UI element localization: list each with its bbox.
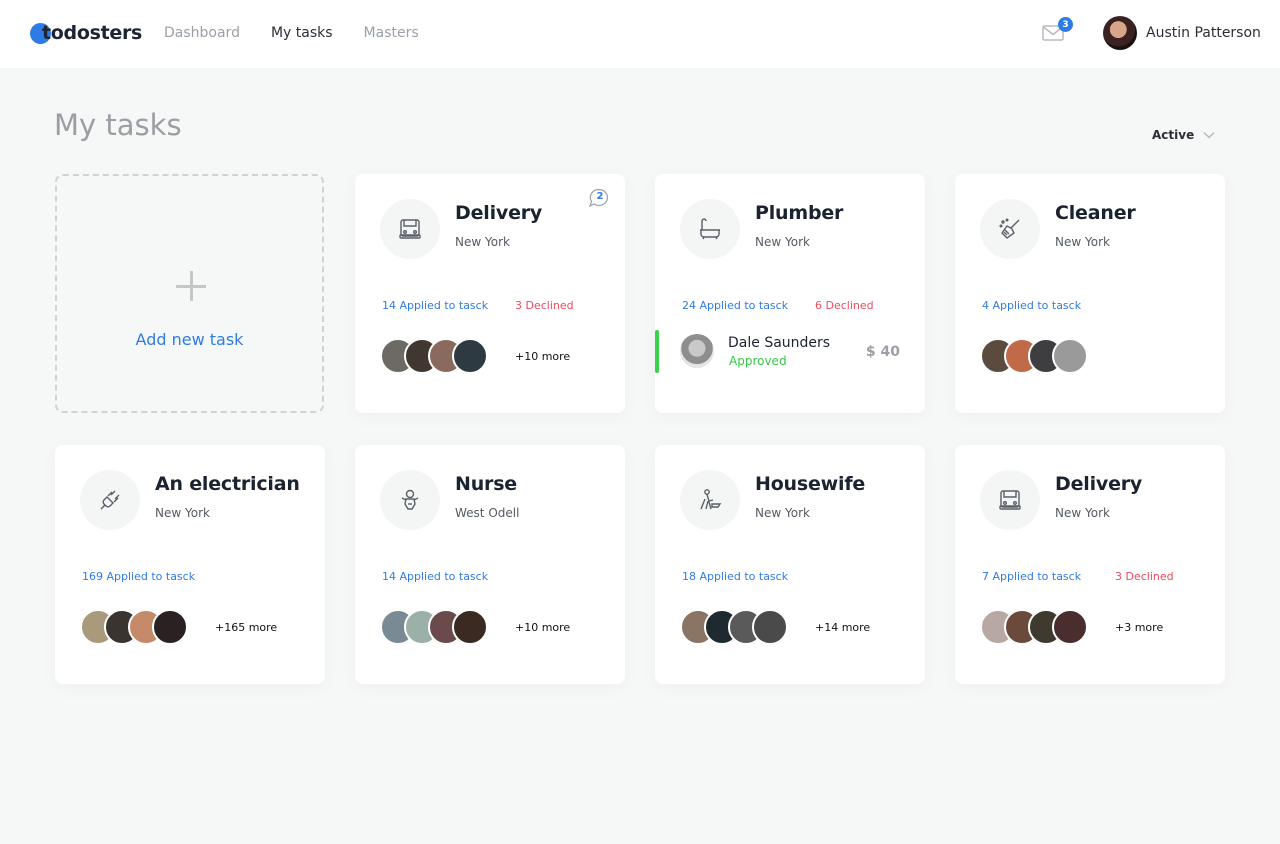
- page-title: My tasks: [54, 108, 182, 142]
- worker-name: Dale Saunders: [728, 335, 831, 351]
- broom-icon: [980, 199, 1040, 259]
- nav-dashboard[interactable]: Dashboard: [164, 25, 240, 41]
- declined-count[interactable]: 3 Declined: [1115, 570, 1174, 583]
- task-card-housewife[interactable]: Housewife New York 18 Applied to tasck +…: [655, 445, 925, 684]
- user-name: Austin Patterson: [1146, 25, 1261, 41]
- applied-count[interactable]: 24 Applied to tasck: [682, 299, 788, 312]
- task-card-nurse[interactable]: Nurse West Odell 14 Applied to tasck +10…: [355, 445, 625, 684]
- avatar: [1052, 338, 1088, 374]
- app-logo[interactable]: todosters: [30, 18, 142, 48]
- add-task-card[interactable]: Add new task: [55, 174, 324, 413]
- more-applicants[interactable]: +14 more: [815, 621, 870, 634]
- avatar: [452, 338, 488, 374]
- card-location: New York: [1055, 506, 1110, 520]
- avatar: [680, 334, 714, 368]
- card-location: West Odell: [455, 506, 520, 520]
- logo-text: todosters: [42, 22, 143, 44]
- avatar: [152, 609, 188, 645]
- approved-worker[interactable]: Dale Saunders Approved $ 40: [655, 330, 925, 373]
- card-title: Cleaner: [1055, 202, 1136, 224]
- chevron-down-icon: [1203, 131, 1215, 139]
- card-title: Delivery: [1055, 473, 1143, 495]
- task-card-cleaner[interactable]: Cleaner New York 4 Applied to tasck: [955, 174, 1225, 413]
- bathtub-icon: [680, 199, 740, 259]
- avatar: [452, 609, 488, 645]
- card-location: New York: [455, 235, 510, 249]
- more-applicants[interactable]: +165 more: [215, 621, 277, 634]
- nav-masters[interactable]: Masters: [364, 25, 419, 41]
- applied-count[interactable]: 18 Applied to tasck: [682, 570, 788, 583]
- mail-count-badge: 3: [1058, 17, 1073, 32]
- card-title: Housewife: [755, 473, 866, 495]
- card-location: New York: [155, 506, 210, 520]
- truck-icon: [980, 470, 1040, 530]
- applied-count[interactable]: 7 Applied to tasck: [982, 570, 1081, 583]
- card-title: Nurse: [455, 473, 517, 495]
- truck-icon: [380, 199, 440, 259]
- applied-count[interactable]: 4 Applied to tasck: [982, 299, 1081, 312]
- worker-price: $ 40: [865, 344, 900, 360]
- avatar: [1052, 609, 1088, 645]
- task-card-plumber[interactable]: Plumber New York 24 Applied to tasck 6 D…: [655, 174, 925, 413]
- more-applicants[interactable]: +3 more: [1115, 621, 1163, 634]
- task-card-electrician[interactable]: An electrician New York 169 Applied to t…: [55, 445, 325, 684]
- task-card-delivery[interactable]: Delivery New York 2 14 Applied to tasck …: [355, 174, 625, 413]
- plus-icon: [176, 271, 206, 301]
- task-card-delivery-2[interactable]: Delivery New York 7 Applied to tasck 3 D…: [955, 445, 1225, 684]
- card-location: New York: [1055, 235, 1110, 249]
- card-location: New York: [755, 235, 810, 249]
- more-applicants[interactable]: +10 more: [515, 350, 570, 363]
- main-nav: Dashboard My tasks Masters: [164, 25, 419, 41]
- top-bar: todosters Dashboard My tasks Masters 3 A…: [0, 0, 1280, 68]
- card-title: An electrician: [155, 473, 300, 495]
- add-task-label: Add new task: [135, 330, 244, 349]
- baby-icon: [380, 470, 440, 530]
- nav-my-tasks[interactable]: My tasks: [271, 25, 333, 41]
- filter-label: Active: [1152, 128, 1195, 142]
- applied-count[interactable]: 14 Applied to tasck: [382, 299, 488, 312]
- chat-count: 2: [596, 191, 604, 202]
- approved-indicator: [655, 330, 659, 373]
- card-title: Plumber: [755, 202, 844, 224]
- status-badge: Approved: [729, 354, 787, 368]
- user-menu[interactable]: Austin Patterson: [1103, 16, 1261, 50]
- avatar: [1103, 16, 1137, 50]
- avatar: [752, 609, 788, 645]
- card-location: New York: [755, 506, 810, 520]
- more-applicants[interactable]: +10 more: [515, 621, 570, 634]
- applied-count[interactable]: 14 Applied to tasck: [382, 570, 488, 583]
- card-title: Delivery: [455, 202, 543, 224]
- applied-count[interactable]: 169 Applied to tasck: [82, 570, 195, 583]
- declined-count[interactable]: 6 Declined: [815, 299, 874, 312]
- plug-icon: [80, 470, 140, 530]
- ironing-icon: [680, 470, 740, 530]
- declined-count[interactable]: 3 Declined: [515, 299, 574, 312]
- status-filter-dropdown[interactable]: Active: [1152, 128, 1215, 142]
